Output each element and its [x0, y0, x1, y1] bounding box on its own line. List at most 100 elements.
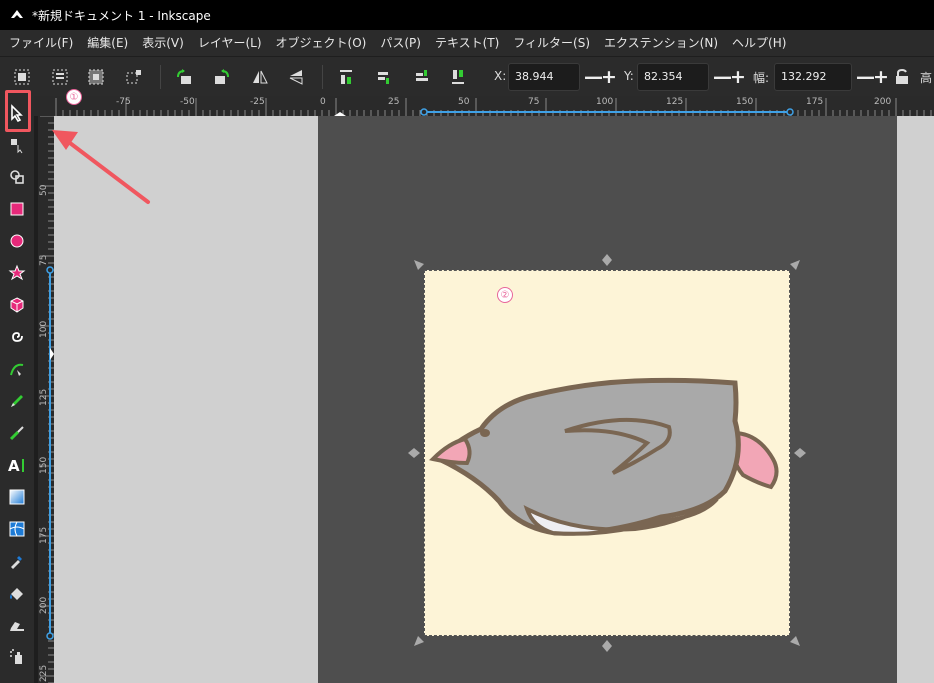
lower-to-bottom-icon[interactable] — [448, 67, 468, 87]
menu-layer[interactable]: レイヤー(L) — [191, 30, 269, 56]
spray-tool[interactable] — [5, 645, 29, 669]
y-increment-button[interactable]: + — [730, 65, 746, 89]
pencil-icon — [11, 395, 23, 407]
menu-edit[interactable]: 編集(E) — [80, 30, 135, 56]
star-tool[interactable] — [5, 261, 29, 285]
ruler-vlabel: 75 — [39, 254, 49, 266]
menu-filters[interactable]: フィルター(S) — [506, 30, 597, 56]
ruler-vlabel: 200 — [39, 596, 49, 614]
menu-text[interactable]: テキスト(T) — [428, 30, 506, 56]
star-icon — [8, 264, 26, 281]
x-input[interactable]: 38.944 — [508, 63, 580, 91]
rectangle-icon — [10, 202, 24, 216]
window-title: *新規ドキュメント 1 - Inkscape — [32, 8, 211, 23]
ruler-label: 0 — [320, 97, 326, 107]
paint-bucket-icon — [10, 588, 23, 600]
menu-bar: ファイル(F) 編集(E) 表示(V) レイヤー(L) オブジェクト(O) パス… — [0, 30, 934, 56]
mesh-tool[interactable] — [5, 517, 29, 541]
raise-to-top-icon[interactable] — [336, 67, 356, 87]
gradient-tool[interactable] — [5, 485, 29, 509]
text-tool[interactable]: A — [5, 453, 29, 477]
toolbox: A — [0, 96, 34, 683]
ruler-label: 175 — [806, 97, 824, 107]
paint-bucket-tool[interactable] — [5, 581, 29, 605]
node-icon — [11, 139, 23, 154]
ruler-label: 100 — [596, 97, 614, 107]
gradient-icon — [9, 489, 25, 505]
ruler-vlabel: 50 — [39, 184, 49, 196]
rectangle-tool[interactable] — [5, 197, 29, 221]
tweak-tool[interactable] — [5, 165, 29, 189]
ruler-corner — [34, 96, 54, 116]
eraser-icon — [10, 622, 24, 631]
flip-horizontal-icon[interactable] — [250, 67, 270, 87]
ruler-label: 25 — [388, 97, 400, 107]
dropper-tool[interactable] — [5, 549, 29, 573]
ruler-label: -25 — [250, 97, 265, 107]
step-1-badge: ① — [66, 89, 82, 105]
raise-icon[interactable] — [374, 67, 394, 87]
bezier-tool[interactable] — [5, 357, 29, 381]
horizontal-ruler[interactable]: -75 -50 -25 0 25 50 75 100 125 150 175 2… — [54, 96, 934, 116]
title-bar: *新規ドキュメント 1 - Inkscape — [0, 0, 934, 30]
ruler-label: 50 — [458, 97, 470, 107]
svg-text:A: A — [8, 457, 20, 474]
width-input[interactable]: 132.292 — [774, 63, 852, 91]
ruler-vlabel: 225 — [39, 664, 49, 682]
ruler-label: -50 — [180, 97, 195, 107]
spiral-tool[interactable] — [5, 325, 29, 349]
width-increment-button[interactable]: + — [873, 65, 889, 89]
menu-help[interactable]: ヘルプ(H) — [725, 30, 793, 56]
x-increment-button[interactable]: + — [601, 65, 617, 89]
rotate-cw-icon[interactable] — [212, 67, 232, 87]
vertical-ruler[interactable]: 50 75 100 125 150 175 200 225 — [38, 116, 54, 683]
ruler-label: -75 — [116, 97, 131, 107]
ellipse-icon — [10, 234, 24, 248]
step-2-badge: ② — [497, 287, 513, 303]
calligraphy-tool[interactable] — [5, 421, 29, 445]
lock-icon[interactable] — [892, 67, 912, 87]
ruler-vlabel: 175 — [39, 526, 49, 544]
menu-object[interactable]: オブジェクト(O) — [269, 30, 374, 56]
ruler-label: 150 — [736, 97, 754, 107]
eraser-tool[interactable] — [5, 613, 29, 637]
selector-tool-highlight — [5, 90, 31, 132]
tool-controls-bar: X: 38.944 — + Y: 82.354 — + 幅: 132.292 —… — [0, 56, 934, 96]
select-all-layers-icon[interactable] — [50, 67, 70, 87]
ruler-vlabel: 100 — [39, 320, 49, 338]
calligraphy-icon — [9, 426, 24, 441]
ruler-label: 75 — [528, 97, 540, 107]
invert-selection-icon[interactable] — [86, 67, 106, 87]
menu-view[interactable]: 表示(V) — [135, 30, 191, 56]
x-label: X: — [494, 69, 507, 83]
y-input[interactable]: 82.354 — [637, 63, 709, 91]
spiral-icon — [12, 332, 23, 342]
height-label: 高 — [920, 71, 933, 85]
ellipse-tool[interactable] — [5, 229, 29, 253]
spray-icon — [10, 649, 22, 664]
penguin-illustration — [429, 377, 779, 536]
inkscape-logo-icon — [11, 10, 23, 18]
selected-image[interactable]: ② — [424, 270, 790, 636]
node-tool[interactable] — [5, 133, 29, 157]
lower-icon[interactable] — [412, 67, 432, 87]
pencil-tool[interactable] — [5, 389, 29, 413]
select-all-icon[interactable] — [12, 67, 32, 87]
rotate-ccw-icon[interactable] — [174, 67, 194, 87]
width-label: 幅: — [753, 71, 770, 85]
bezier-icon — [10, 363, 24, 376]
mesh-icon — [9, 521, 25, 537]
ruler-vlabel: 125 — [39, 388, 49, 406]
tweak-icon — [10, 170, 24, 184]
y-label: Y: — [624, 69, 634, 83]
menu-path[interactable]: パス(P) — [373, 30, 428, 56]
text-icon: A — [8, 457, 24, 474]
menu-file[interactable]: ファイル(F) — [2, 30, 80, 56]
ruler-vlabel: 150 — [39, 456, 49, 474]
flip-vertical-icon[interactable] — [286, 67, 306, 87]
box3d-tool[interactable] — [5, 293, 29, 317]
box3d-icon — [10, 297, 24, 313]
deselect-icon[interactable] — [124, 67, 144, 87]
menu-extensions[interactable]: エクステンション(N) — [597, 30, 725, 56]
drawing-canvas[interactable]: ② — [54, 116, 934, 683]
